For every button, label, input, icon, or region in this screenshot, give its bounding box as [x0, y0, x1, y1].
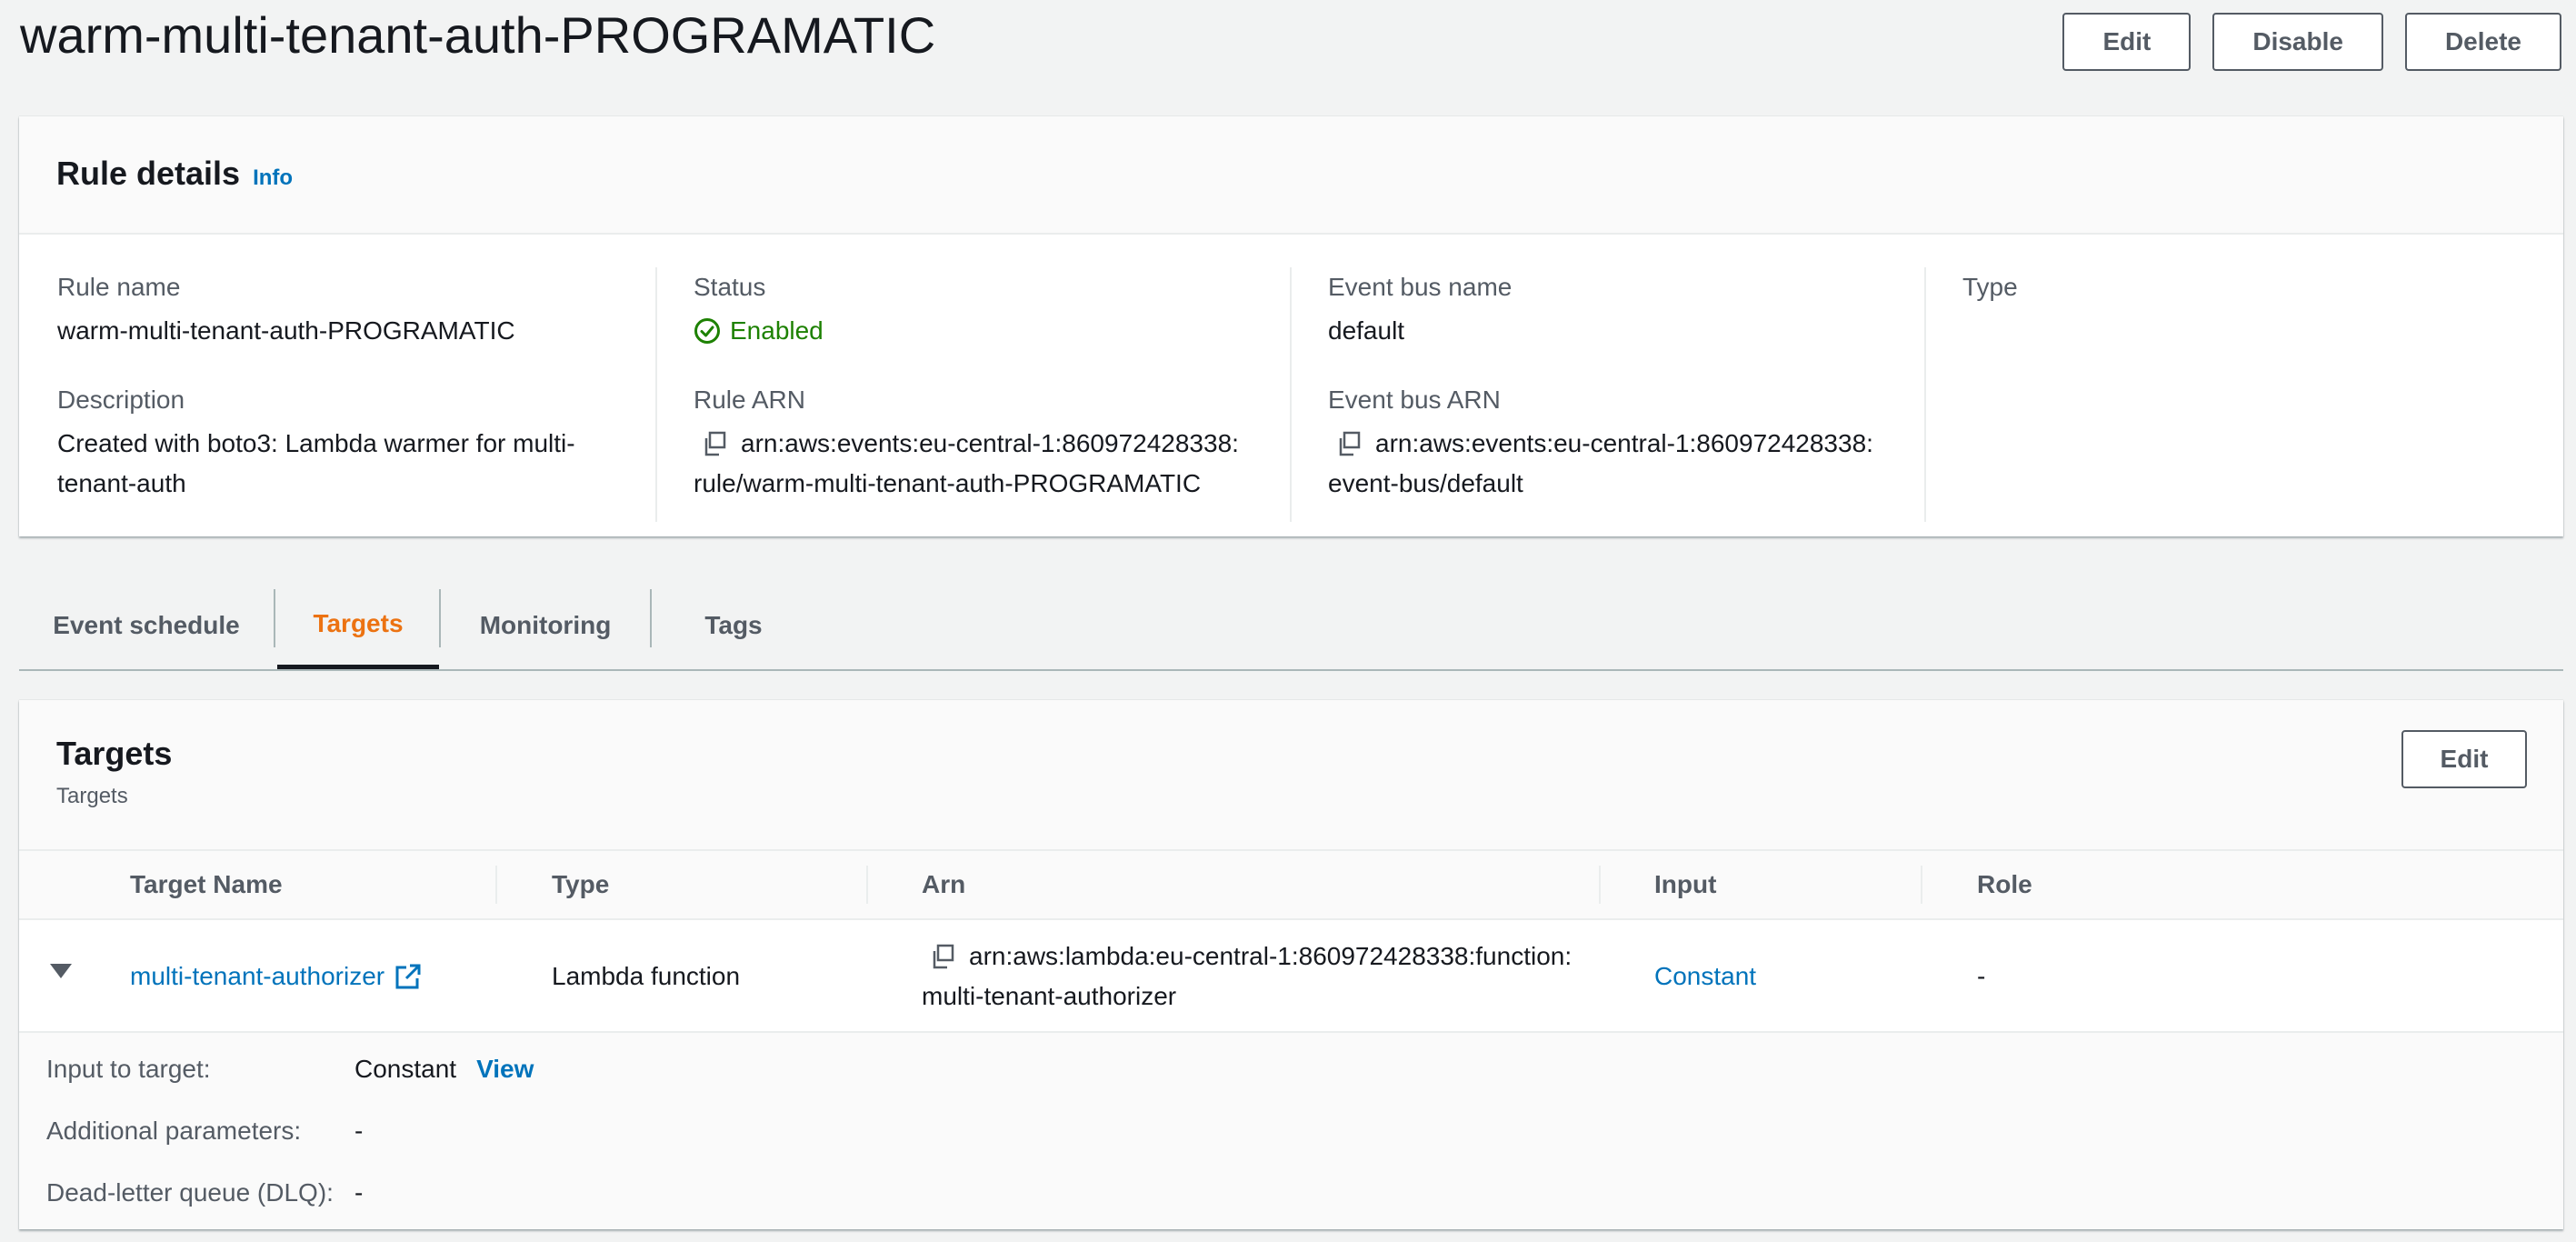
target-name-cell: multi-tenant-authorizer	[130, 957, 423, 997]
tab-monitoring[interactable]: Monitoring	[441, 582, 650, 669]
rule-details-col-3: Event bus name default Event bus ARN arn…	[1290, 267, 1926, 522]
column-resizer[interactable]	[1921, 866, 1922, 904]
dlq-value: -	[354, 1178, 364, 1207]
target-name-link[interactable]: multi-tenant-authorizer	[130, 957, 384, 997]
target-input-link[interactable]: Constant	[1654, 957, 1756, 997]
rule-details-col-4: Type	[1924, 267, 2471, 522]
copy-icon[interactable]	[929, 943, 956, 970]
description-label: Description	[57, 386, 185, 414]
column-resizer[interactable]	[1599, 866, 1601, 904]
target-arn-line-1-row: arn:aws:lambda:eu-central-1:860972428338…	[922, 937, 1572, 977]
targets-panel: Targets Targets Edit Target Name Type Ar…	[19, 700, 2563, 1229]
view-link[interactable]: View	[476, 1055, 534, 1083]
event-bus-arn-line-1-row: arn:aws:events:eu-central-1:860972428338…	[1328, 424, 1873, 464]
description-line-2: tenant-auth	[57, 469, 186, 497]
tab-separator	[274, 589, 275, 647]
dlq-label: Dead-letter queue (DLQ):	[46, 1178, 334, 1207]
rule-arn-label: Rule ARN	[694, 386, 805, 414]
caret-down-icon[interactable]	[50, 964, 72, 978]
rule-details-col-1: Rule name warm-multi-tenant-auth-PROGRAM…	[19, 267, 655, 522]
target-arn-line-2: multi-tenant-authorizer	[922, 982, 1177, 1010]
target-type-cell: Lambda function	[552, 962, 741, 990]
input-to-target-value: Constant View	[354, 1055, 534, 1084]
target-arn-line-1: arn:aws:lambda:eu-central-1:860972428338…	[969, 942, 1573, 970]
tab-event-schedule[interactable]: Event schedule	[19, 582, 274, 669]
event-bus-name-label: Event bus name	[1328, 273, 1513, 301]
targets-table-header: Target Name Type Arn Input Role	[19, 851, 2563, 920]
table-row: multi-tenant-authorizer Lambda function …	[19, 920, 2563, 1033]
column-header-type[interactable]: Type	[552, 851, 609, 918]
event-bus-name-value: default	[1328, 316, 1405, 345]
header-actions: Edit Disable Delete	[2062, 13, 2561, 71]
column-header-role[interactable]: Role	[1977, 851, 2032, 918]
status-label: Status	[694, 273, 766, 301]
tab-bar: Event schedule Targets Monitoring Tags	[19, 582, 2563, 671]
input-to-target-label: Input to target:	[46, 1055, 211, 1083]
column-header-arn[interactable]: Arn	[922, 851, 965, 918]
copy-icon[interactable]	[701, 430, 728, 457]
description-line-1: Created with boto3: Lambda warmer for mu…	[57, 429, 575, 457]
rule-name-value: warm-multi-tenant-auth-PROGRAMATIC	[57, 316, 515, 345]
targets-title: Targets	[56, 735, 173, 772]
rule-arn-line-1: arn:aws:events:eu-central-1:860972428338…	[741, 429, 1239, 457]
tab-tags[interactable]: Tags	[652, 582, 815, 669]
column-header-input[interactable]: Input	[1654, 851, 1716, 918]
rule-details-col-2: Status Enabled Rule ARN arn:aws:events:e…	[655, 267, 1292, 522]
targets-subtitle: Targets	[56, 784, 128, 808]
page-title: warm-multi-tenant-auth-PROGRAMATIC	[20, 6, 936, 64]
event-bus-arn-line-1: arn:aws:events:eu-central-1:860972428338…	[1375, 429, 1873, 457]
type-label: Type	[1962, 273, 2018, 301]
rule-arn-line-2: rule/warm-multi-tenant-auth-PROGRAMATIC	[694, 469, 1202, 497]
rule-details-header: Rule details Info	[19, 116, 2563, 235]
target-role-cell: -	[1977, 962, 1986, 990]
disable-button[interactable]: Disable	[2212, 13, 2383, 71]
column-resizer[interactable]	[495, 866, 497, 904]
target-arn-cell: arn:aws:lambda:eu-central-1:860972428338…	[922, 937, 1572, 1017]
targets-edit-button[interactable]: Edit	[2401, 730, 2527, 788]
info-link[interactable]: Info	[253, 165, 293, 191]
delete-button[interactable]: Delete	[2404, 13, 2561, 71]
targets-header: Targets Targets Edit	[19, 700, 2563, 851]
status-text: Enabled	[730, 316, 824, 345]
external-link-icon[interactable]	[394, 962, 423, 991]
edit-button[interactable]: Edit	[2062, 13, 2192, 71]
target-detail-expanded: Input to target: Constant View Additional…	[19, 1033, 2563, 1229]
column-resizer[interactable]	[866, 866, 868, 904]
event-bus-arn-line-2: event-bus/default	[1328, 469, 1523, 497]
input-to-target-text: Constant	[354, 1055, 457, 1083]
rule-details-grid: Rule name warm-multi-tenant-auth-PROGRAM…	[19, 235, 2563, 536]
event-bus-arn-label: Event bus ARN	[1328, 386, 1501, 414]
additional-parameters-label: Additional parameters:	[46, 1117, 302, 1145]
rule-name-label: Rule name	[57, 273, 181, 301]
rule-details-title: Rule details	[56, 155, 241, 192]
rule-details-panel: Rule details Info Rule name warm-multi-t…	[19, 116, 2563, 536]
status-value: Enabled	[694, 311, 824, 351]
column-header-target-name[interactable]: Target Name	[130, 851, 283, 918]
tab-targets[interactable]: Targets	[277, 582, 439, 669]
additional-parameters-value: -	[354, 1117, 364, 1145]
check-circle-icon	[694, 318, 720, 344]
copy-icon[interactable]	[1335, 430, 1363, 457]
rule-arn-line-1-row: arn:aws:events:eu-central-1:860972428338…	[694, 424, 1239, 464]
